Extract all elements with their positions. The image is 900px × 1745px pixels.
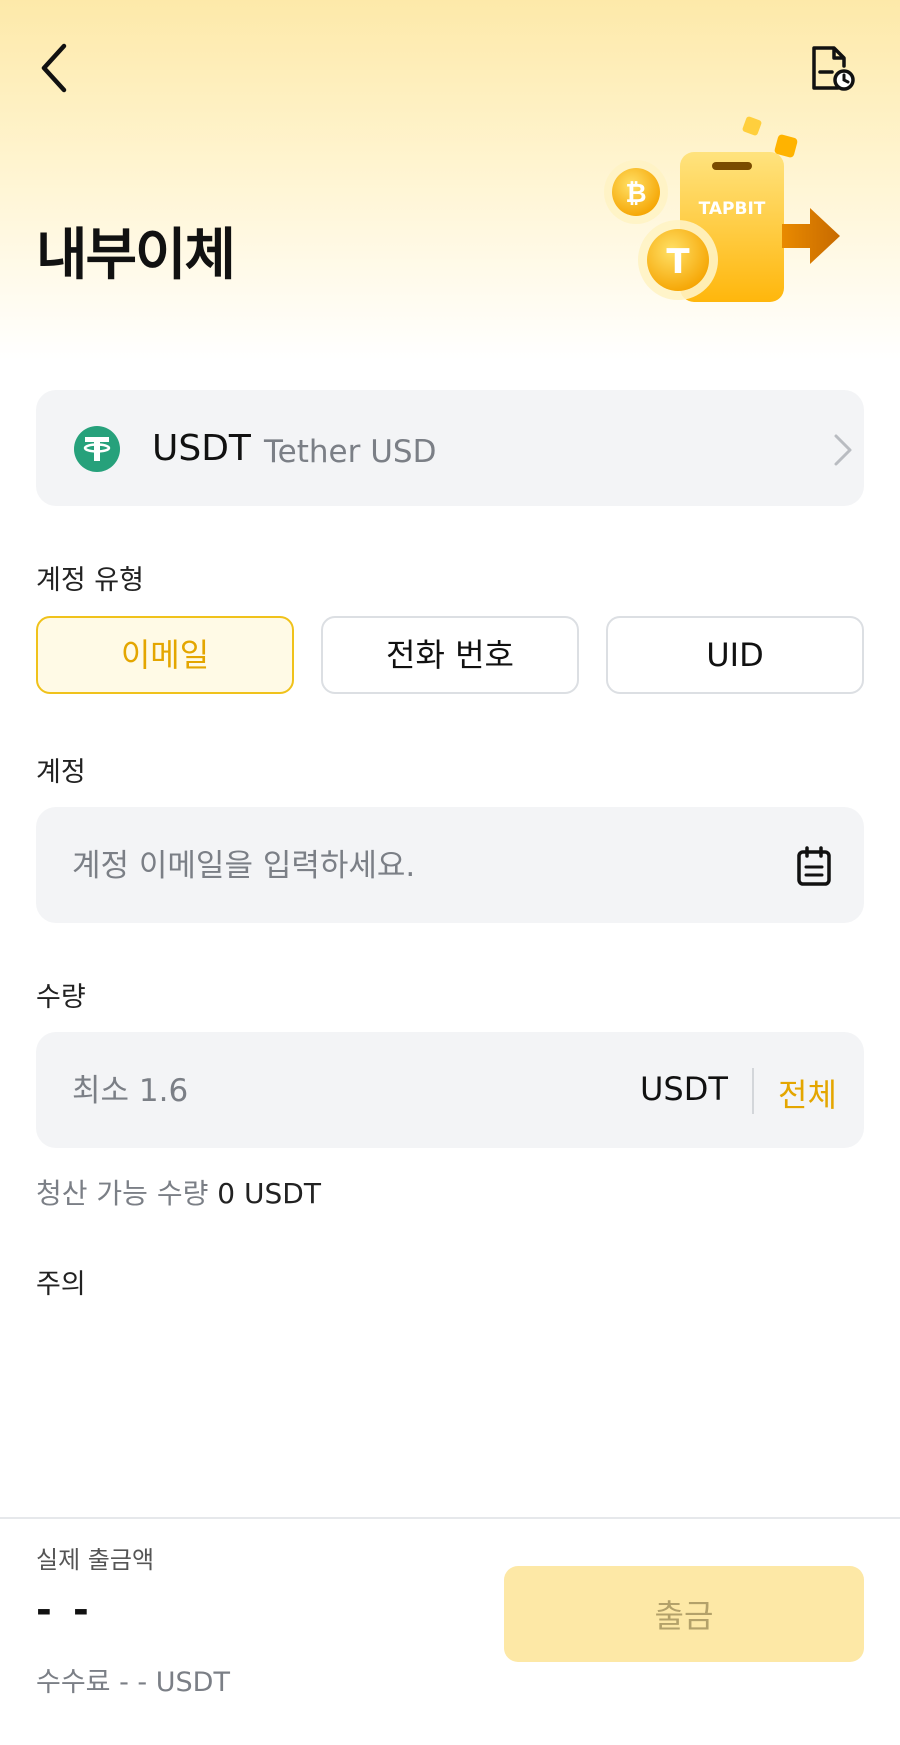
- svg-text:₿: ₿: [625, 179, 646, 209]
- clipboard-icon[interactable]: [794, 845, 834, 887]
- account-type-label: 계정 유형: [36, 565, 144, 596]
- account-type-phone-button[interactable]: 전화 번호: [321, 616, 579, 694]
- notice-label: 주의: [36, 1269, 86, 1300]
- account-input-box: [36, 807, 864, 923]
- coin-symbol: USDT: [152, 428, 251, 469]
- amount-input-box: USDT 전체: [36, 1032, 864, 1148]
- account-type-uid-button[interactable]: UID: [606, 616, 864, 694]
- amount-input[interactable]: [70, 1062, 614, 1120]
- illustration-brand-text: TAPBIT: [699, 199, 766, 219]
- receive-amount-value: - -: [36, 1588, 93, 1632]
- available-value: 0 USDT: [217, 1177, 321, 1210]
- account-label: 계정: [36, 757, 86, 788]
- max-amount-button[interactable]: 전체: [778, 1070, 837, 1116]
- coin-name: Tether USD: [264, 434, 437, 470]
- account-type-email-button[interactable]: 이메일: [36, 616, 294, 694]
- chevron-right-icon: [834, 434, 852, 466]
- back-button[interactable]: [36, 40, 76, 96]
- available-label: 청산 가능 수량: [36, 1177, 209, 1210]
- transfer-illustration: TAPBIT ₿ T: [604, 116, 840, 302]
- amount-unit: USDT: [640, 1070, 728, 1108]
- amount-divider: [752, 1068, 754, 1114]
- page-title: 내부이체: [36, 223, 236, 288]
- history-button[interactable]: [806, 44, 858, 96]
- svg-text:T: T: [666, 242, 690, 282]
- available-amount: 청산 가능 수량 0 USDT: [36, 1172, 321, 1212]
- receive-amount-label: 실제 출금액: [36, 1546, 155, 1574]
- document-clock-icon: [812, 46, 855, 91]
- account-input[interactable]: [70, 837, 774, 895]
- footer-divider: [0, 1517, 900, 1519]
- coin-selector[interactable]: USDT Tether USD: [36, 390, 864, 506]
- fee-text: 수수료 - - USDT: [36, 1667, 230, 1698]
- tether-icon: [74, 426, 120, 472]
- withdraw-button[interactable]: 출금: [504, 1566, 864, 1662]
- amount-label: 수량: [36, 982, 86, 1013]
- chevron-left-icon: [41, 43, 67, 93]
